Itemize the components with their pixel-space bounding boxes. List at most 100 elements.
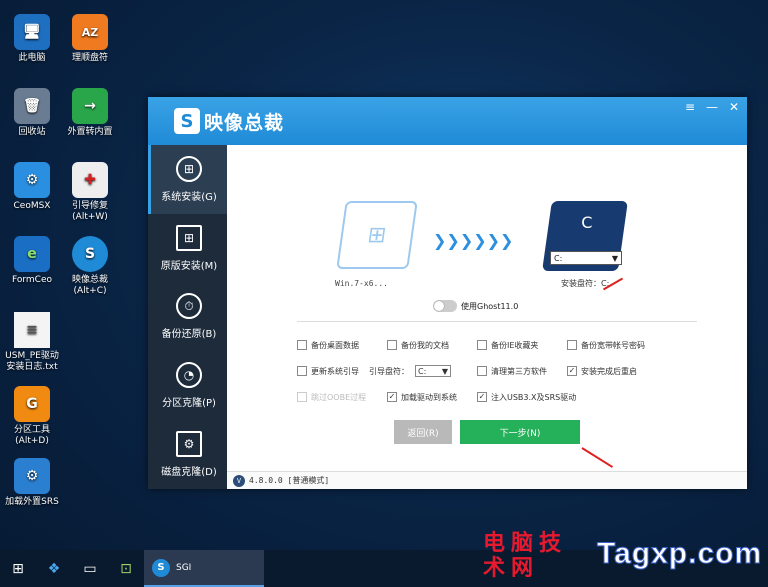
sidebar-item-backup-restore[interactable]: ⏱ 备份还原(B) (148, 283, 227, 352)
source-image-icon[interactable]: ⊞ (336, 201, 418, 269)
desktop-icon-external-to-internal[interactable]: → 外置转内置 (58, 88, 122, 138)
minimize-button[interactable]: — (705, 100, 719, 114)
monitor-icon[interactable]: ⊡ (108, 550, 144, 587)
gear-icon: ⚙ (14, 162, 50, 198)
sidebar-item-disk-clone[interactable]: ⚙ 磁盘克隆(D) (148, 420, 227, 489)
option-clean-third-party[interactable]: 清理第三方软件 (477, 366, 567, 377)
menu-icon[interactable]: ≡ (683, 100, 697, 114)
desktop-icon-this-pc[interactable]: 🖥 此电脑 (0, 14, 64, 64)
formceo-icon: e (14, 236, 50, 272)
sgi-logo-icon: S (174, 108, 200, 134)
desktop-icon-label: 分区工具 (Alt+D) (13, 425, 50, 446)
start-button[interactable]: ⊞ (0, 550, 36, 587)
desktop-icon-label: 引导修复 (Alt+W) (71, 201, 108, 222)
option-backup-ie-favorites[interactable]: 备份IE收藏夹 (477, 340, 567, 351)
sidebar-item-original-install[interactable]: ⊞ 原版安装(M) (148, 214, 227, 283)
sidebar-item-label: 磁盘克隆(D) (161, 467, 217, 479)
target-drive-select[interactable]: C: ▼ (550, 251, 622, 265)
disk-icon: ⚙ (176, 431, 202, 458)
windows-icon: ⊞ (366, 222, 388, 248)
checkbox[interactable] (297, 340, 307, 350)
desktop-icon-image-president[interactable]: S 映像总裁 (Alt+C) (58, 236, 122, 297)
target-drive-value: C: (554, 253, 563, 263)
option-restart-after[interactable]: ✓ 安装完成后重启 (567, 366, 687, 377)
ghost-toggle[interactable] (433, 300, 457, 312)
app-title: 映像总裁 (204, 111, 285, 134)
sidebar-item-label: 分区克隆(P) (162, 398, 216, 410)
checkbox[interactable] (387, 340, 397, 350)
taskbar-active-app[interactable]: S SGI (144, 550, 264, 587)
options-row: 跳过OOBE过程 ✓ 加载驱动到系统 ✓ 注入USB3.X及SRS驱动 (297, 384, 697, 410)
version-badge-icon: V (233, 474, 245, 487)
ghost-toggle-row[interactable]: 使用Ghost11.0 (433, 300, 518, 312)
boot-drive-value: C: (418, 366, 427, 376)
sidebar-item-label: 备份还原(B) (161, 329, 217, 341)
option-label: 安装完成后重启 (581, 366, 637, 376)
option-label: 跳过OOBE过程 (311, 392, 367, 402)
desktop-icon-load-srs[interactable]: ⚙ 加载外置SRS (0, 458, 64, 508)
source-image-label: Win.7-x6... (335, 279, 388, 288)
pie-chart-icon: ◔ (176, 362, 202, 389)
clock-icon: ⏱ (176, 293, 202, 320)
desktop-icon-recycle-bin[interactable]: 🗑 回收站 (0, 88, 64, 138)
chevron-down-icon: ▼ (611, 253, 618, 263)
watermark-cn-text: 电脑技术网 (483, 530, 568, 581)
watermark-en-text: Tagxp.com (596, 537, 763, 571)
sidebar-item-label: 系统安装(G) (161, 191, 217, 203)
diskgenius-icon: G (14, 386, 50, 422)
desktop-icon-label: CeoMSX (13, 201, 51, 211)
checkbox (297, 392, 307, 402)
arrows-icon: ❯❯❯❯❯❯ (433, 231, 514, 250)
install-options: 备份桌面数据 备份我的文档 备份IE收藏夹 备份宽带帐号密码 更新系统引导 引导… (297, 321, 697, 410)
option-label: 备份宽带帐号密码 (581, 340, 645, 350)
option-skip-oobe: 跳过OOBE过程 (297, 392, 387, 403)
option-label: 清理第三方软件 (491, 366, 547, 376)
windows-icon: ⊞ (176, 155, 202, 182)
option-inject-usb3-srs[interactable]: ✓ 注入USB3.X及SRS驱动 (477, 392, 657, 403)
window-controls: ≡ — ✕ (683, 100, 741, 114)
desktop-icon-label: 映像总裁 (Alt+C) (71, 275, 108, 296)
close-button[interactable]: ✕ (727, 100, 741, 114)
back-button[interactable]: 返回(R) (394, 420, 452, 444)
option-label: 备份IE收藏夹 (491, 340, 539, 350)
desktop-icon-sort-drives[interactable]: AZ 理顺盘符 (58, 14, 122, 64)
checkbox[interactable] (477, 340, 487, 350)
options-row: 备份桌面数据 备份我的文档 备份IE收藏夹 备份宽带帐号密码 (297, 332, 697, 358)
checkbox[interactable]: ✓ (477, 392, 487, 402)
transfer-icon: → (72, 88, 108, 124)
option-fix-boot[interactable]: 更新系统引导 引导盘符： C: ▼ (297, 365, 477, 377)
option-backup-broadband[interactable]: 备份宽带帐号密码 (567, 340, 687, 351)
sidebar-item-partition-clone[interactable]: ◔ 分区克隆(P) (148, 351, 227, 420)
option-label: 更新系统引导 (311, 366, 359, 376)
option-backup-desktop[interactable]: 备份桌面数据 (297, 340, 387, 351)
desktop-icon-partition-tool[interactable]: G 分区工具 (Alt+D) (0, 386, 64, 447)
desktop-icon-boot-repair[interactable]: ✚ 引导修复 (Alt+W) (58, 162, 122, 223)
boot-drive-select[interactable]: C: ▼ (415, 365, 451, 377)
desktop-icon-ceomsx[interactable]: ⚙ CeoMSX (0, 162, 64, 212)
option-load-drivers[interactable]: ✓ 加载驱动到系统 (387, 392, 477, 403)
main-window: S 映像总裁 ≡ — ✕ ⊞ 系统安装(G) ⊞ 原版安装(M) ⏱ 备份还原(… (148, 97, 747, 489)
checkbox[interactable] (477, 366, 487, 376)
desktop-icon-label: 回收站 (18, 127, 46, 137)
boot-drive-label: 引导盘符： (369, 366, 409, 376)
chevron-down-icon: ▼ (441, 366, 448, 376)
taskbar-app-icon[interactable]: ❖ (36, 550, 72, 587)
windows-logo-icon: ⊞ (176, 224, 202, 251)
desktop-icon-driver-log[interactable]: ≡ USM_PE驱动 安装日志.txt (0, 312, 64, 373)
checkbox[interactable]: ✓ (567, 366, 577, 376)
desktop-icon-formceo[interactable]: e FormCeo (0, 236, 64, 286)
option-label: 注入USB3.X及SRS驱动 (491, 392, 577, 402)
checkbox[interactable] (297, 366, 307, 376)
sidebar-item-label: 原版安装(M) (160, 260, 218, 272)
checkbox[interactable]: ✓ (387, 392, 397, 402)
terminal-icon[interactable]: ▭ (72, 550, 108, 587)
title-bar[interactable]: S 映像总裁 ≡ — ✕ (148, 97, 747, 145)
desktop-icon-label: 此电脑 (18, 53, 46, 63)
first-aid-icon: ✚ (72, 162, 108, 198)
checkbox[interactable] (567, 340, 577, 350)
desktop-icon-label: 理顺盘符 (71, 53, 108, 63)
next-button[interactable]: 下一步(N) (460, 420, 580, 444)
sidebar-item-system-install[interactable]: ⊞ 系统安装(G) (148, 145, 227, 214)
option-backup-documents[interactable]: 备份我的文档 (387, 340, 477, 351)
computer-icon: 🖥 (14, 14, 50, 50)
